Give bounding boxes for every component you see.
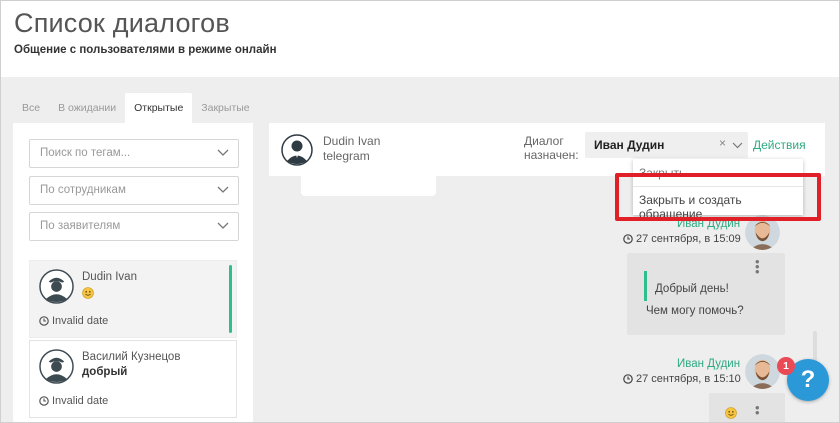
employees-filter-select[interactable]: По сотрудникам (29, 176, 239, 205)
clock-icon (623, 374, 633, 384)
dialog-list-item[interactable]: Василий Кузнецов добрый Invalid date (29, 340, 237, 418)
operator-photo (745, 354, 780, 389)
chevron-down-icon (217, 186, 229, 193)
dialog-date: Invalid date (39, 315, 108, 327)
user-avatar-icon (281, 134, 313, 166)
message-menu-icon[interactable]: • • • (755, 255, 760, 278)
smile-emoji-icon (82, 287, 94, 299)
tab-all[interactable]: Все (13, 93, 49, 123)
user-avatar-icon (39, 269, 74, 304)
tab-open[interactable]: Открытые (125, 93, 193, 123)
actions-button[interactable]: Действия (753, 138, 806, 152)
main-content: Все В ожидании Открытые Закрытые Поиск п… (1, 77, 839, 422)
page-title: Список диалогов (14, 8, 230, 38)
dialog-user-name: Василий Кузнецов (82, 351, 181, 363)
assignee-select[interactable]: Иван Дудин × (585, 132, 748, 158)
chevron-down-icon (217, 149, 229, 156)
employees-filter-placeholder: По сотрудникам (40, 184, 126, 196)
message-text-line: Чем могу помочь? (646, 305, 744, 317)
chevron-down-icon (732, 142, 743, 149)
message-menu-icon[interactable]: • • (755, 401, 760, 419)
user-avatar-icon (39, 349, 74, 384)
quote-bar (644, 271, 647, 301)
chat-user-name: Dudin Ivan (323, 134, 381, 148)
chat-user-channel: telegram (323, 149, 370, 163)
clock-icon (39, 316, 49, 326)
tab-closed[interactable]: Закрытые (192, 93, 258, 123)
dialog-list-item[interactable]: Dudin Ivan Invalid date (29, 260, 237, 338)
smile-emoji-icon (725, 407, 737, 419)
message-timestamp: 27 сентября, в 15:09 (623, 233, 741, 245)
dialog-user-name: Dudin Ivan (82, 271, 137, 283)
menu-item-close[interactable]: Закрыть (639, 166, 685, 180)
dialog-date: Invalid date (39, 395, 108, 407)
assigned-label: Диалог назначен: (524, 134, 579, 162)
message-timestamp: 27 сентября, в 15:10 (623, 373, 741, 385)
applicants-filter-placeholder: По заявителям (40, 220, 121, 232)
notification-badge: 1 (777, 357, 795, 375)
dialog-last-message: добрый (82, 366, 128, 378)
dialog-tabs: Все В ожидании Открытые Закрытые (13, 93, 259, 123)
dialog-list-panel: Поиск по тегам... По сотрудникам По заяв… (13, 123, 253, 422)
message-author: Иван Дудин (677, 358, 741, 370)
previous-message-bubble (301, 176, 436, 196)
dialog-date-text: Invalid date (52, 315, 109, 327)
selected-indicator (229, 265, 232, 333)
tags-filter-placeholder: Поиск по тегам... (40, 147, 131, 159)
clock-icon (39, 396, 49, 406)
message-time-text: 27 сентября, в 15:10 (636, 373, 741, 385)
applicants-filter-select[interactable]: По заявителям (29, 212, 239, 241)
message-bubble: • • • Добрый день! Чем могу помочь? (627, 253, 785, 335)
assignee-value: Иван Дудин (594, 138, 665, 152)
menu-item-close-and-create[interactable]: Закрыть и создать обращение (639, 193, 803, 221)
clear-assignee-icon[interactable]: × (719, 136, 726, 150)
dialog-date-text: Invalid date (52, 395, 109, 407)
tab-waiting[interactable]: В ожидании (49, 93, 125, 123)
page-header: Список диалогов Общение с пользователями… (1, 1, 839, 77)
chat-panel: Dudin Ivan telegram Диалог назначен: Ива… (269, 123, 825, 422)
clock-icon (623, 234, 633, 244)
page-subtitle: Общение с пользователями в режиме онлайн (14, 44, 277, 56)
tags-filter-select[interactable]: Поиск по тегам... (29, 139, 239, 168)
message-time-text: 27 сентября, в 15:09 (636, 233, 741, 245)
message-bubble: • • (709, 393, 785, 422)
message-text-line: Добрый день! (655, 283, 729, 295)
menu-divider (633, 186, 803, 187)
actions-dropdown: Закрыть Закрыть и создать обращение (633, 159, 803, 221)
chevron-down-icon (217, 222, 229, 229)
app-window: Список диалогов Общение с пользователями… (0, 0, 840, 423)
